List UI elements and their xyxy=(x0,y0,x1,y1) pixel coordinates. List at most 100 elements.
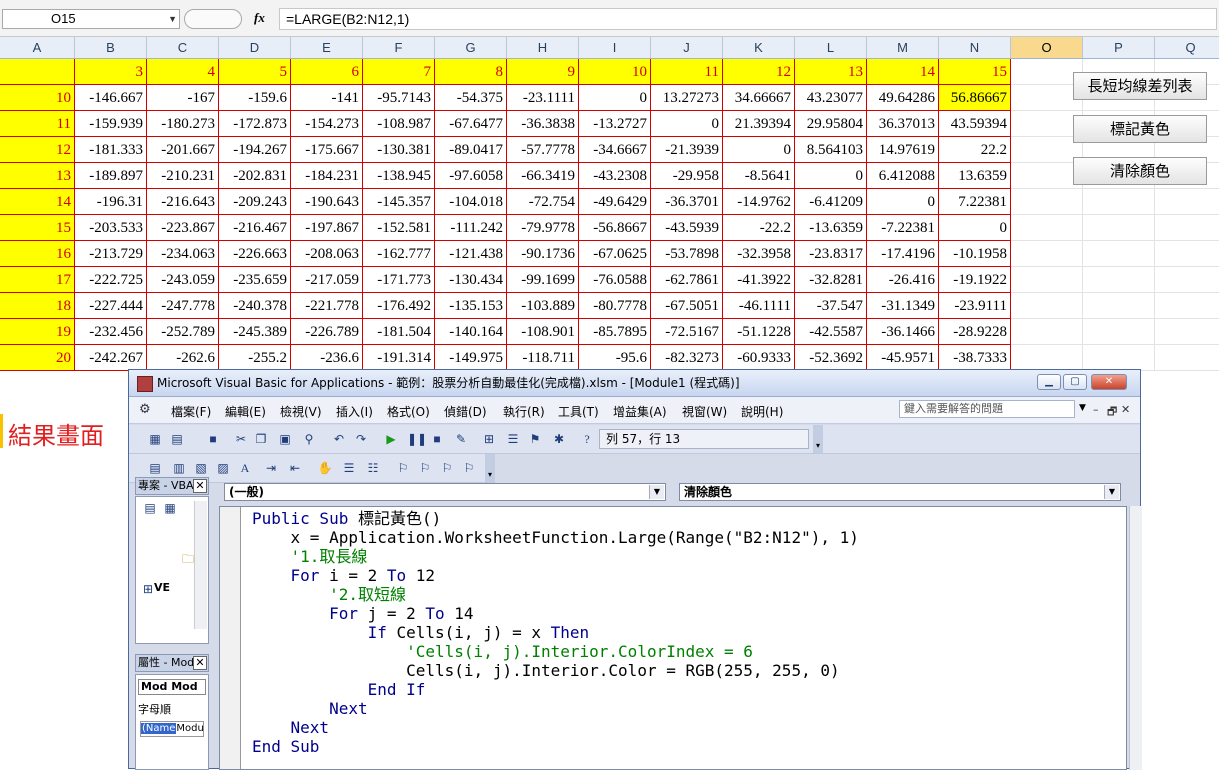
paste-icon[interactable]: ▣ xyxy=(277,431,293,447)
formula-input[interactable]: =LARGE(B2:N12,1) xyxy=(279,8,1217,30)
data-cell[interactable]: -202.831 xyxy=(219,163,291,189)
data-cell[interactable]: -76.0588 xyxy=(579,267,651,293)
row-label-cell[interactable]: 17 xyxy=(0,267,75,293)
data-cell[interactable]: -99.1699 xyxy=(507,267,579,293)
empty-cell[interactable] xyxy=(1011,189,1083,215)
object-browser-icon[interactable]: ⚑ xyxy=(527,431,543,447)
header-cell[interactable]: 12 xyxy=(723,59,795,85)
procedure-combo[interactable]: 清除顏色 ▼ xyxy=(679,483,1121,501)
data-cell[interactable]: -146.667 xyxy=(75,85,147,111)
data-cell[interactable]: -210.231 xyxy=(147,163,219,189)
formula-controls[interactable] xyxy=(184,9,242,29)
menu-tools[interactable]: 工具(T) xyxy=(558,403,599,420)
data-cell[interactable]: -51.1228 xyxy=(723,319,795,345)
data-cell[interactable]: -141 xyxy=(291,85,363,111)
data-cell[interactable]: -23.1111 xyxy=(507,85,579,111)
data-cell[interactable]: -42.5587 xyxy=(795,319,867,345)
header-cell[interactable]: 6 xyxy=(291,59,363,85)
stop-icon[interactable]: ■ xyxy=(429,431,445,447)
header-cell[interactable]: 3 xyxy=(75,59,147,85)
data-cell[interactable]: -23.9111 xyxy=(939,293,1011,319)
insert-form-icon[interactable]: ▤ xyxy=(169,431,185,447)
column-header-b[interactable]: B xyxy=(75,37,147,58)
object-combo[interactable]: (一般) ▼ xyxy=(224,483,666,501)
data-cell[interactable]: -140.164 xyxy=(435,319,507,345)
data-cell[interactable]: -223.867 xyxy=(147,215,219,241)
data-cell[interactable]: -154.273 xyxy=(291,111,363,137)
list-constants-icon[interactable]: ▥ xyxy=(171,460,187,476)
code-line[interactable]: For j = 2 To 14 xyxy=(252,604,859,623)
data-cell[interactable]: -130.434 xyxy=(435,267,507,293)
data-cell[interactable]: -247.778 xyxy=(147,293,219,319)
header-cell[interactable]: 9 xyxy=(507,59,579,85)
data-cell[interactable]: -79.9778 xyxy=(507,215,579,241)
data-cell[interactable]: -203.533 xyxy=(75,215,147,241)
column-header-n[interactable]: N xyxy=(939,37,1011,58)
data-cell[interactable]: -121.438 xyxy=(435,241,507,267)
complete-word-icon[interactable]: A xyxy=(237,460,253,476)
properties-object-combo[interactable]: Mod Mod xyxy=(138,679,206,695)
project-scrollbar[interactable] xyxy=(194,501,207,629)
empty-cell[interactable] xyxy=(1083,345,1155,371)
data-cell[interactable]: -62.7861 xyxy=(651,267,723,293)
data-cell[interactable]: 0 xyxy=(579,85,651,111)
data-cell[interactable]: 13.27273 xyxy=(651,85,723,111)
data-cell[interactable]: -66.3419 xyxy=(507,163,579,189)
data-cell[interactable]: -17.4196 xyxy=(867,241,939,267)
data-cell[interactable]: -8.5641 xyxy=(723,163,795,189)
data-cell[interactable]: -181.504 xyxy=(363,319,435,345)
empty-cell[interactable] xyxy=(1083,215,1155,241)
data-cell[interactable]: -14.9762 xyxy=(723,189,795,215)
row-label-cell[interactable]: 11 xyxy=(0,111,75,137)
data-cell[interactable]: -54.375 xyxy=(435,85,507,111)
data-cell[interactable]: -176.492 xyxy=(363,293,435,319)
run-icon[interactable]: ▶ xyxy=(383,431,399,447)
excel-icon[interactable]: ▦ xyxy=(147,431,163,447)
data-cell[interactable]: -53.7898 xyxy=(651,241,723,267)
data-cell[interactable]: 0 xyxy=(795,163,867,189)
data-cell[interactable]: 7.22381 xyxy=(939,189,1011,215)
menu-help[interactable]: 說明(H) xyxy=(741,403,783,420)
empty-cell[interactable] xyxy=(1155,345,1219,371)
data-cell[interactable]: 36.37013 xyxy=(867,111,939,137)
data-cell[interactable]: -80.7778 xyxy=(579,293,651,319)
data-cell[interactable]: -13.6359 xyxy=(795,215,867,241)
find-icon[interactable]: ⚲ xyxy=(301,431,317,447)
header-cell[interactable]: 7 xyxy=(363,59,435,85)
data-cell[interactable]: -85.7895 xyxy=(579,319,651,345)
column-header-f[interactable]: F xyxy=(363,37,435,58)
chevron-down-icon[interactable]: ▼ xyxy=(168,10,177,28)
name-box[interactable]: O15 ▼ xyxy=(2,9,180,29)
data-cell[interactable]: 8.564103 xyxy=(795,137,867,163)
row-label-cell[interactable]: 12 xyxy=(0,137,75,163)
data-cell[interactable]: -175.667 xyxy=(291,137,363,163)
project-node-label[interactable]: VE xyxy=(154,581,170,594)
data-cell[interactable]: -216.467 xyxy=(219,215,291,241)
code-line[interactable]: '1.取長線 xyxy=(252,547,859,566)
pause-icon[interactable]: ❚❚ xyxy=(407,431,427,447)
property-row-name[interactable]: (NameModu xyxy=(140,721,204,737)
close-icon[interactable]: ✕ xyxy=(193,656,207,670)
data-cell[interactable]: -34.6667 xyxy=(579,137,651,163)
data-cell[interactable]: -245.389 xyxy=(219,319,291,345)
data-cell[interactable]: -67.5051 xyxy=(651,293,723,319)
code-line[interactable]: x = Application.WorksheetFunction.Large(… xyxy=(252,528,859,547)
data-cell[interactable]: -217.059 xyxy=(291,267,363,293)
data-cell[interactable]: -209.243 xyxy=(219,189,291,215)
fx-icon[interactable]: fx xyxy=(254,10,265,26)
data-cell[interactable]: -180.273 xyxy=(147,111,219,137)
data-cell[interactable]: -152.581 xyxy=(363,215,435,241)
mark-yellow-button[interactable]: 標記黃色 xyxy=(1073,115,1207,143)
empty-cell[interactable] xyxy=(1155,241,1219,267)
menu-format[interactable]: 格式(O) xyxy=(387,403,430,420)
mdi-close-icon[interactable]: ✕ xyxy=(1121,403,1130,416)
data-cell[interactable]: -191.314 xyxy=(363,345,435,371)
data-cell[interactable]: -118.711 xyxy=(507,345,579,371)
row-label-cell[interactable]: 19 xyxy=(0,319,75,345)
data-cell[interactable]: -189.897 xyxy=(75,163,147,189)
data-cell[interactable]: -190.643 xyxy=(291,189,363,215)
code-scrollbar[interactable] xyxy=(1129,506,1142,770)
data-cell[interactable]: -236.6 xyxy=(291,345,363,371)
next-bookmark-icon[interactable]: ⚐ xyxy=(417,460,433,476)
data-cell[interactable]: -197.867 xyxy=(291,215,363,241)
